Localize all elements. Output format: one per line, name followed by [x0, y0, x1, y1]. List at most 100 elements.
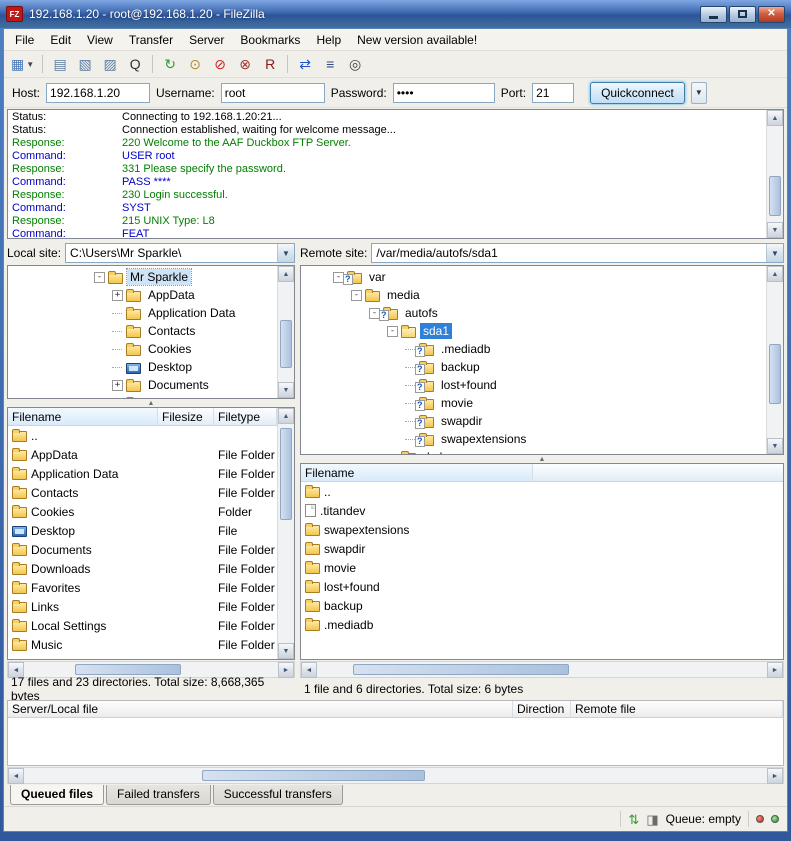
scroll-thumb[interactable]	[353, 664, 569, 675]
menu-item-view[interactable]: View	[79, 31, 121, 49]
local-splitter[interactable]: ▲	[7, 399, 295, 407]
menu-item-help[interactable]: Help	[308, 31, 349, 49]
site-manager-button[interactable]: ▦▼	[8, 53, 37, 76]
tree-item-mediadb[interactable]: ?.mediadb	[301, 340, 765, 358]
scroll-up-button[interactable]: ▲	[278, 408, 294, 424]
username-input[interactable]	[221, 83, 325, 103]
remote-splitter[interactable]: ▲	[300, 455, 784, 463]
scroll-track[interactable]	[767, 126, 783, 222]
file-row[interactable]: .titandev	[301, 501, 783, 520]
file-row[interactable]: DownloadsFile Folder	[8, 559, 277, 578]
toggle-queue-button[interactable]: Q	[123, 53, 147, 76]
scroll-down-button[interactable]: ▼	[767, 438, 783, 454]
tree-item-dvd[interactable]: ?dvd	[301, 448, 765, 454]
file-row[interactable]: ..	[301, 482, 783, 501]
file-row[interactable]: CookiesFolder	[8, 502, 277, 521]
tree-expander-icon[interactable]: +	[112, 398, 123, 399]
file-row[interactable]: lost+found	[301, 577, 783, 596]
scroll-right-button[interactable]: ►	[767, 768, 783, 784]
title-bar[interactable]: FZ 192.168.1.20 - root@192.168.1.20 - Fi…	[0, 0, 791, 28]
file-row[interactable]: DesktopFile	[8, 521, 277, 540]
file-row[interactable]: LinksFile Folder	[8, 597, 277, 616]
scroll-track[interactable]	[767, 282, 783, 438]
speed-limits-icon[interactable]: ⇅	[628, 813, 639, 826]
menu-item-transfer[interactable]: Transfer	[121, 31, 181, 49]
file-row[interactable]: movie	[301, 558, 783, 577]
tree-expander-icon[interactable]: +	[112, 380, 123, 391]
tree-item-desktop[interactable]: Desktop	[8, 358, 276, 376]
scroll-up-button[interactable]: ▲	[278, 266, 294, 282]
quickconnect-button[interactable]: Quickconnect	[590, 82, 685, 104]
reconnect-button[interactable]: R	[258, 53, 282, 76]
close-button[interactable]: ✕	[758, 6, 785, 23]
find-files-button[interactable]: ◎	[343, 53, 367, 76]
tree-expander-icon[interactable]: -	[387, 326, 398, 337]
tab-failed-transfers[interactable]: Failed transfers	[106, 785, 211, 805]
log-scrollbar[interactable]: ▲ ▼	[766, 110, 783, 238]
remote-site-dropdown-button[interactable]: ▼	[766, 244, 783, 262]
scroll-right-button[interactable]: ►	[767, 662, 783, 678]
queue-horizontal-scrollbar[interactable]: ◄ ►	[7, 767, 784, 784]
scroll-left-button[interactable]: ◄	[301, 662, 317, 678]
tab-successful-transfers[interactable]: Successful transfers	[213, 785, 343, 805]
remote-horizontal-scrollbar[interactable]: ◄ ►	[300, 661, 784, 678]
scroll-up-button[interactable]: ▲	[767, 266, 783, 282]
scroll-thumb[interactable]	[202, 770, 425, 781]
maximize-button[interactable]	[729, 6, 756, 23]
scroll-track[interactable]	[24, 768, 767, 783]
tree-expander-icon[interactable]: -	[94, 272, 105, 283]
local-list-scrollbar[interactable]: ▲ ▼	[277, 408, 294, 659]
queue-body[interactable]	[7, 718, 784, 766]
scroll-thumb[interactable]	[280, 428, 292, 520]
toggle-local-tree-button[interactable]: ▧	[73, 53, 97, 76]
file-row[interactable]: Application DataFile Folder	[8, 464, 277, 483]
column-header-filename[interactable]: Filename	[301, 464, 533, 481]
site-manager-dropdown-icon[interactable]: ▼	[26, 60, 34, 69]
directory-comparison-icon[interactable]: ◨	[646, 813, 658, 826]
local-tree-scrollbar[interactable]: ▲ ▼	[277, 266, 294, 398]
column-header-filetype[interactable]: Filetype	[214, 408, 277, 425]
tree-item-var[interactable]: -?var	[301, 268, 765, 286]
scroll-track[interactable]	[278, 424, 294, 643]
local-site-combo[interactable]: C:\Users\Mr Sparkle\ ▼	[65, 243, 295, 263]
column-header-filename[interactable]: Filename	[8, 408, 158, 425]
local-site-dropdown-button[interactable]: ▼	[277, 244, 294, 262]
cancel-button[interactable]: ⊘	[208, 53, 232, 76]
scroll-left-button[interactable]: ◄	[8, 768, 24, 784]
disconnect-button[interactable]: ⊗	[233, 53, 257, 76]
quickconnect-dropdown-button[interactable]: ▼	[691, 82, 707, 104]
scroll-down-button[interactable]: ▼	[278, 643, 294, 659]
file-row[interactable]: swapextensions	[301, 520, 783, 539]
tree-item-media[interactable]: -media	[301, 286, 765, 304]
file-row[interactable]: ContactsFile Folder	[8, 483, 277, 502]
tree-item-movie[interactable]: ?movie	[301, 394, 765, 412]
menu-item-new-version-available[interactable]: New version available!	[349, 31, 485, 49]
tree-item-lost-found[interactable]: ?lost+found	[301, 376, 765, 394]
file-row[interactable]: ..	[8, 426, 277, 445]
file-row[interactable]: Local SettingsFile Folder	[8, 616, 277, 635]
tab-queued-files[interactable]: Queued files	[10, 785, 104, 805]
scroll-thumb[interactable]	[769, 176, 781, 216]
file-row[interactable]: backup	[301, 596, 783, 615]
queue-column-server-local-file[interactable]: Server/Local file	[8, 701, 513, 717]
tree-item-appdata[interactable]: +AppData	[8, 286, 276, 304]
scroll-up-button[interactable]: ▲	[767, 110, 783, 126]
file-row[interactable]: DocumentsFile Folder	[8, 540, 277, 559]
remote-tree-scrollbar[interactable]: ▲ ▼	[766, 266, 783, 454]
tree-item-swapdir[interactable]: ?swapdir	[301, 412, 765, 430]
scroll-thumb[interactable]	[769, 344, 781, 403]
file-row[interactable]: AppDataFile Folder	[8, 445, 277, 464]
port-input[interactable]	[532, 83, 574, 103]
process-queue-button[interactable]: ⊙	[183, 53, 207, 76]
tree-item-downloads[interactable]: +Downloads	[8, 394, 276, 398]
scroll-down-button[interactable]: ▼	[767, 222, 783, 238]
queue-column-remote-file[interactable]: Remote file	[571, 701, 783, 717]
tree-expander-icon[interactable]: +	[112, 290, 123, 301]
toggle-message-log-button[interactable]: ▤	[48, 53, 72, 76]
password-input[interactable]	[393, 83, 495, 103]
file-row[interactable]: FavoritesFile Folder	[8, 578, 277, 597]
minimize-button[interactable]	[700, 6, 727, 23]
column-header-filesize[interactable]: Filesize	[158, 408, 214, 425]
scroll-thumb[interactable]	[75, 664, 182, 675]
refresh-button[interactable]: ↻	[158, 53, 182, 76]
